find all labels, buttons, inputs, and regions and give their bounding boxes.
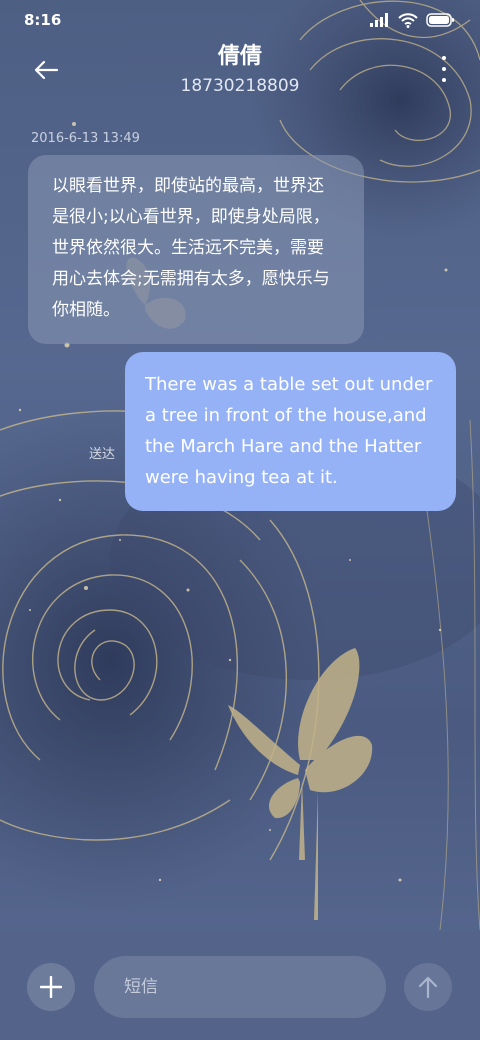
wifi-icon xyxy=(398,12,418,28)
send-arrow-icon xyxy=(418,976,438,999)
message-input[interactable] xyxy=(122,976,366,998)
back-button[interactable] xyxy=(28,52,64,88)
plus-icon xyxy=(40,976,62,998)
status-icons xyxy=(370,11,454,29)
send-button[interactable] xyxy=(404,963,452,1011)
signal-icon xyxy=(370,13,388,27)
message-timestamp: 2016-6-13 13:49 xyxy=(31,131,140,146)
contact-header[interactable]: 倩倩 18730218809 xyxy=(90,42,390,98)
more-options-button[interactable] xyxy=(438,56,450,82)
status-bar: 8:16 xyxy=(0,0,480,40)
more-vertical-icon xyxy=(442,56,446,60)
delivery-status: 送达 xyxy=(89,447,116,462)
back-arrow-icon xyxy=(34,60,59,80)
incoming-message-bubble[interactable]: 以眼看世界，即使站的最高，世界还是很小;以心看世界，即使身处局限，世界依然很大。… xyxy=(28,155,364,344)
message-input-field[interactable] xyxy=(94,956,386,1018)
outgoing-message-bubble[interactable]: There was a table set out under a tree i… xyxy=(125,352,456,511)
status-time: 8:16 xyxy=(24,11,62,29)
add-attachment-button[interactable] xyxy=(27,963,75,1011)
contact-name: 倩倩 xyxy=(217,44,262,69)
battery-icon xyxy=(426,13,454,27)
contact-number: 18730218809 xyxy=(180,76,300,96)
messaging-screen: 8:16 倩倩 18730218809 2016-6-13 13:49 以眼看世… xyxy=(0,0,480,1040)
